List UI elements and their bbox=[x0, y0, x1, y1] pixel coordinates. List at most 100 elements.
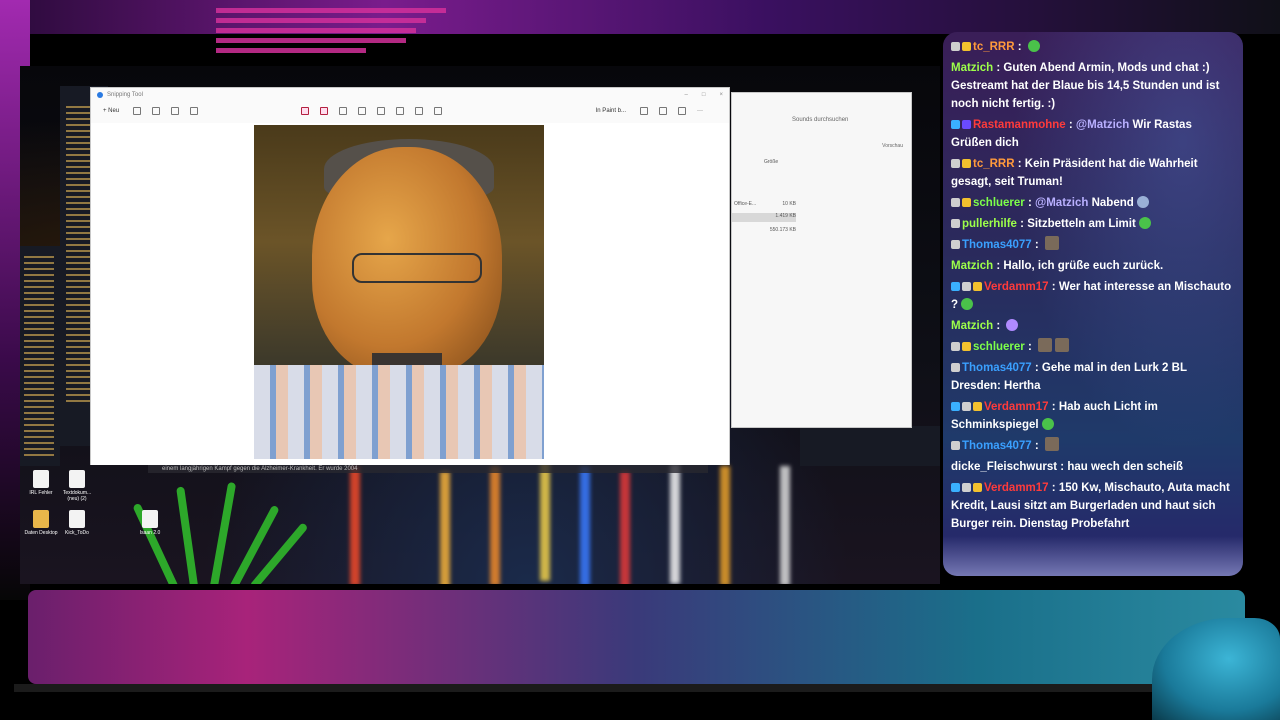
desktop-icon-irl-fehler[interactable]: IRL Fehler bbox=[24, 470, 58, 496]
chat-badge-icon bbox=[951, 219, 960, 228]
copy-icon[interactable] bbox=[659, 107, 667, 115]
crop-icon[interactable] bbox=[377, 107, 386, 115]
new-snip-button[interactable]: + Neu bbox=[103, 108, 119, 114]
explorer-row-selected[interactable]: 1.419 KB bbox=[732, 213, 796, 222]
more-options-button[interactable]: ··· bbox=[697, 108, 703, 114]
file-icon bbox=[69, 470, 85, 488]
close-button[interactable]: × bbox=[719, 92, 723, 98]
desktop-icon-textdokument[interactable]: Textdokum... (neu) (2) bbox=[60, 470, 94, 502]
explorer-preview-button[interactable]: Vorschau bbox=[882, 143, 903, 149]
open-in-paint-button[interactable]: In Paint b... bbox=[596, 108, 626, 114]
text-actions-icon[interactable] bbox=[396, 107, 405, 115]
water-reflection bbox=[780, 466, 790, 584]
chat-separator: : bbox=[1024, 341, 1036, 353]
chat-separator: : bbox=[1031, 362, 1042, 374]
explorer-row-size: 550.173 KB bbox=[769, 227, 796, 233]
folder-icon bbox=[33, 510, 49, 528]
chat-text: Nabend bbox=[1091, 197, 1134, 209]
ballpoint-pen-icon[interactable] bbox=[301, 107, 310, 115]
chat-username[interactable]: dicke_Fleischwurst bbox=[951, 461, 1057, 473]
chat-badge-icon bbox=[951, 441, 960, 450]
desktop-icon-kick-todo[interactable]: Kick_ToDo bbox=[60, 510, 94, 536]
snipping-tool-titlebar[interactable]: Snipping Tool – □ × bbox=[91, 88, 729, 102]
chat-username[interactable]: schluerer bbox=[973, 197, 1025, 209]
snipping-tool-window[interactable]: Snipping Tool – □ × + Neu In Paint b... … bbox=[90, 87, 730, 465]
chat-badge-icon bbox=[951, 282, 960, 291]
chat-username[interactable]: Verdamm17 bbox=[984, 281, 1049, 293]
chat-separator: : bbox=[1048, 401, 1059, 413]
chat-mention[interactable]: @Matzich bbox=[1035, 197, 1092, 209]
chat-message: dicke_Fleischwurst : hau wech den scheiß bbox=[951, 458, 1235, 476]
chat-emote-icon bbox=[1138, 217, 1151, 229]
chat-username[interactable]: Matzich bbox=[951, 260, 993, 272]
chat-badges bbox=[951, 359, 962, 377]
explorer-column-size[interactable]: Größe bbox=[764, 159, 778, 165]
water-reflection bbox=[580, 466, 590, 584]
screenshot-mode-icon[interactable] bbox=[133, 107, 142, 115]
water-reflection bbox=[440, 471, 450, 584]
chat-message-list: tc_RRR : Matzich : Guten Abend Armin, Mo… bbox=[951, 38, 1235, 533]
explorer-search-box[interactable]: Sounds durchsuchen bbox=[792, 117, 848, 123]
chat-badge-icon bbox=[962, 120, 971, 129]
share-icon[interactable] bbox=[678, 107, 686, 115]
chat-badge-icon bbox=[962, 198, 971, 207]
chat-username[interactable]: Rastamanmohne bbox=[973, 119, 1066, 131]
save-icon[interactable] bbox=[640, 107, 648, 115]
chat-username[interactable]: Matzich bbox=[951, 62, 993, 74]
maximize-button[interactable]: □ bbox=[702, 92, 706, 98]
chat-mention[interactable]: @Matzich bbox=[1076, 119, 1133, 131]
chat-badges bbox=[951, 194, 973, 212]
desktop-icon-label: Kick_ToDo bbox=[65, 530, 89, 536]
chat-emote-icon bbox=[1006, 319, 1019, 331]
chat-message: Verdamm17 : 150 Kw, Mischauto, Auta mach… bbox=[951, 479, 1235, 533]
chat-badges bbox=[951, 437, 962, 455]
chat-username[interactable]: Thomas4077 bbox=[962, 362, 1032, 374]
highlighter-icon[interactable] bbox=[320, 107, 329, 115]
chat-badge-icon bbox=[962, 342, 971, 351]
chat-separator: : bbox=[1065, 119, 1076, 131]
video-mode-icon[interactable] bbox=[152, 107, 161, 115]
chat-username[interactable]: Thomas4077 bbox=[962, 239, 1032, 251]
redo-icon[interactable] bbox=[434, 107, 443, 115]
chat-username[interactable]: Verdamm17 bbox=[984, 482, 1049, 494]
desktop-icon-label: IRL Fehler bbox=[29, 490, 53, 496]
chat-username[interactable]: schluerer bbox=[973, 341, 1025, 353]
chat-bottom-glow bbox=[943, 536, 1243, 576]
chat-username[interactable]: Thomas4077 bbox=[962, 440, 1032, 452]
chat-username[interactable]: tc_RRR bbox=[973, 158, 1015, 170]
snip-shape-icon[interactable] bbox=[171, 107, 180, 115]
webcam-feed bbox=[254, 125, 544, 459]
chat-username[interactable]: tc_RRR bbox=[973, 41, 1015, 53]
eraser-icon[interactable] bbox=[339, 107, 348, 115]
chat-badge-icon bbox=[962, 159, 971, 168]
chat-badge-icon bbox=[951, 198, 960, 207]
chat-badge-icon bbox=[973, 483, 982, 492]
chat-emote-icon bbox=[1041, 418, 1054, 430]
minimize-button[interactable]: – bbox=[685, 92, 688, 98]
file-icon bbox=[69, 510, 85, 528]
undo-icon[interactable] bbox=[415, 107, 424, 115]
file-explorer-window[interactable]: Sounds durchsuchen Vorschau Größe Office… bbox=[731, 92, 912, 428]
chat-username[interactable]: Verdamm17 bbox=[984, 401, 1049, 413]
chat-emote-icon bbox=[961, 298, 974, 310]
chat-username[interactable]: pullerhilfe bbox=[962, 218, 1017, 230]
explorer-row[interactable]: 550.173 KB bbox=[732, 227, 796, 236]
explorer-row[interactable]: Office-E... 10 KB bbox=[732, 201, 796, 210]
overlay-stripes bbox=[216, 8, 456, 60]
file-icon bbox=[33, 470, 49, 488]
delay-icon[interactable] bbox=[190, 107, 199, 115]
chat-badge-icon bbox=[951, 240, 960, 249]
ruler-icon[interactable] bbox=[358, 107, 367, 115]
chat-badge-icon bbox=[951, 402, 960, 411]
chat-badges bbox=[951, 215, 962, 233]
chat-separator: : bbox=[1014, 158, 1025, 170]
desktop-icon-isaan[interactable]: Isaan 2.0 bbox=[133, 510, 167, 536]
desktop-icon-daten-desktop[interactable]: Daten Desktop bbox=[24, 510, 58, 536]
chat-separator: : bbox=[1031, 239, 1042, 251]
chat-badges bbox=[951, 236, 962, 254]
chat-badges bbox=[951, 38, 973, 56]
app-icon bbox=[97, 92, 103, 98]
bottom-banner bbox=[28, 590, 1245, 684]
chat-username[interactable]: Matzich bbox=[951, 320, 993, 332]
chat-text: Hallo, ich grüße euch zurück. bbox=[1003, 260, 1164, 272]
